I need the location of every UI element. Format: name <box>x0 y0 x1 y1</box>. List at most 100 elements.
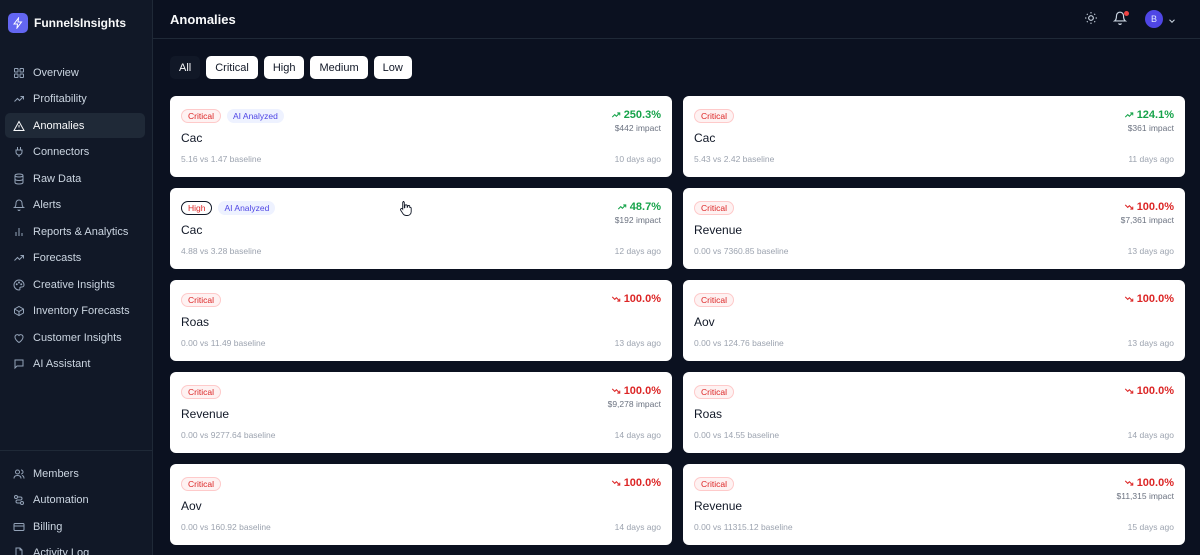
anomaly-card[interactable]: Critical Aov 0.00 vs 124.76 baseline 100… <box>683 280 1185 361</box>
trend-down-icon <box>611 478 621 488</box>
sidebar-item-connectors[interactable]: Connectors <box>5 140 145 165</box>
workflow-icon <box>13 494 25 506</box>
sidebar-item-reports[interactable]: Reports & Analytics <box>5 219 145 244</box>
severity-badge: Critical <box>181 293 221 307</box>
change-percent: 100.0% <box>623 477 661 489</box>
sidebar-item-customer-insights[interactable]: Customer Insights <box>5 325 145 350</box>
chevron-down-icon[interactable] <box>1167 13 1177 23</box>
anomaly-card[interactable]: Critical Aov 0.00 vs 160.92 baseline 100… <box>170 464 672 545</box>
sidebar-item-overview[interactable]: Overview <box>5 60 145 85</box>
time-ago: 15 days ago <box>1127 522 1174 532</box>
change-percent: 100.0% <box>1136 201 1174 213</box>
sidebar-item-label: Customer Insights <box>33 331 122 344</box>
impact-text: $192 impact <box>614 215 661 225</box>
sidebar-item-activity-log[interactable]: Activity Log <box>5 541 145 555</box>
sidebar-item-billing[interactable]: Billing <box>5 514 145 539</box>
sidebar-item-forecasts[interactable]: Forecasts <box>5 246 145 271</box>
brand[interactable]: FunnelsInsights <box>0 0 152 46</box>
database-icon <box>13 173 25 185</box>
change-value: 124.1% <box>1124 109 1174 121</box>
impact-text: $361 impact <box>1127 123 1174 133</box>
app-name: FunnelsInsights <box>34 16 127 30</box>
trending-icon <box>13 252 25 264</box>
avatar[interactable]: B <box>1145 10 1163 28</box>
sidebar-item-label: Billing <box>33 520 63 533</box>
card-badges: Critical AI Analyzed <box>181 109 284 123</box>
page-title: Anomalies <box>170 12 236 27</box>
sidebar-item-raw-data[interactable]: Raw Data <box>5 166 145 191</box>
heart-icon <box>13 332 25 344</box>
sidebar-item-automation[interactable]: Automation <box>5 488 145 513</box>
baseline-text: 5.16 vs 1.47 baseline <box>181 154 262 164</box>
severity-badge: Critical <box>694 293 734 307</box>
anomaly-card[interactable]: Critical Revenue 0.00 vs 9277.64 baselin… <box>170 372 672 453</box>
sidebar-item-label: Anomalies <box>33 119 85 132</box>
metric-name: Revenue <box>694 499 743 513</box>
card-badges: Critical <box>694 109 734 123</box>
trend-up-icon <box>1124 110 1134 120</box>
sidebar-item-label: Members <box>33 467 79 480</box>
palette-icon <box>13 278 25 291</box>
sidebar-item-ai-assistant[interactable]: AI Assistant <box>5 352 145 377</box>
trend-down-icon <box>1124 478 1134 488</box>
filter-all[interactable]: All <box>170 56 201 79</box>
change-value: 100.0% <box>1124 201 1174 213</box>
severity-badge: Critical <box>181 477 221 491</box>
metric-name: Roas <box>694 407 723 421</box>
sidebar-item-label: Reports & Analytics <box>33 225 129 238</box>
notification-dot <box>1124 11 1129 16</box>
sidebar-item-anomalies[interactable]: Anomalies <box>5 113 145 138</box>
users-icon <box>13 468 25 480</box>
sidebar-item-label: AI Assistant <box>33 358 91 370</box>
change-value: 100.0% <box>611 385 661 397</box>
change-percent: 100.0% <box>1136 477 1174 489</box>
change-percent: 48.7% <box>629 201 661 213</box>
anomaly-card[interactable]: Critical Roas 0.00 vs 11.49 baseline 100… <box>170 280 672 361</box>
sidebar-item-label: Creative Insights <box>33 278 115 291</box>
anomaly-card[interactable]: Critical Revenue 0.00 vs 11315.12 baseli… <box>683 464 1185 545</box>
ai-analyzed-badge: AI Analyzed <box>226 109 284 123</box>
impact-text: $11,315 impact <box>1116 491 1175 501</box>
sidebar-item-label: Automation <box>33 494 89 506</box>
sidebar-item-label: Alerts <box>33 199 62 211</box>
change-percent: 100.0% <box>623 293 661 305</box>
filter-medium[interactable]: Medium <box>310 56 368 79</box>
sidebar-item-alerts[interactable]: Alerts <box>5 193 145 218</box>
severity-badge: High <box>181 201 213 215</box>
sidebar-item-label: Forecasts <box>33 252 82 264</box>
severity-badge: Critical <box>694 201 734 215</box>
sidebar-item-members[interactable]: Members <box>5 461 145 486</box>
trend-down-icon <box>611 386 621 396</box>
anomaly-card[interactable]: Critical Roas 0.00 vs 14.55 baseline 100… <box>683 372 1185 453</box>
box-icon <box>13 305 25 317</box>
change-value: 100.0% <box>1124 477 1174 489</box>
time-ago: 12 days ago <box>614 246 661 256</box>
file-icon <box>13 547 25 555</box>
sidebar-item-label: Overview <box>33 66 79 79</box>
baseline-text: 0.00 vs 7360.85 baseline <box>694 246 789 256</box>
notification-bell-icon[interactable] <box>1112 11 1129 27</box>
filter-low[interactable]: Low <box>373 56 412 79</box>
sidebar-item-profitability[interactable]: Profitability <box>5 87 145 112</box>
anomaly-card[interactable]: High AI Analyzed Cac 4.88 vs 3.28 baseli… <box>170 188 672 269</box>
sun-icon[interactable] <box>1084 11 1100 27</box>
bell-icon <box>13 199 25 211</box>
grid-icon <box>13 67 25 79</box>
baseline-text: 5.43 vs 2.42 baseline <box>694 154 775 164</box>
trend-down-icon <box>1124 386 1134 396</box>
sidebar: FunnelsInsights Overview Profitability A… <box>0 0 153 555</box>
severity-badge: Critical <box>694 477 734 491</box>
filter-critical[interactable]: Critical <box>206 56 258 79</box>
severity-badge: Critical <box>694 109 734 123</box>
plug-icon <box>13 146 25 158</box>
anomaly-card[interactable]: Critical Cac 5.43 vs 2.42 baseline 124.1… <box>683 96 1185 177</box>
sidebar-item-label: Connectors <box>33 146 90 158</box>
sidebar-item-inventory-forecasts[interactable]: Inventory Forecasts <box>5 299 145 324</box>
sidebar-bottom-nav: Members Automation Billing Activity Log <box>0 450 153 555</box>
anomaly-card[interactable]: Critical Revenue 0.00 vs 7360.85 baselin… <box>683 188 1185 269</box>
sidebar-item-creative-insights[interactable]: Creative Insights <box>5 272 145 297</box>
filter-high[interactable]: High <box>263 56 305 79</box>
metric-name: Aov <box>694 315 715 329</box>
anomaly-card[interactable]: Critical AI Analyzed Cac 5.16 vs 1.47 ba… <box>170 96 672 177</box>
card-badges: High AI Analyzed <box>181 201 276 215</box>
